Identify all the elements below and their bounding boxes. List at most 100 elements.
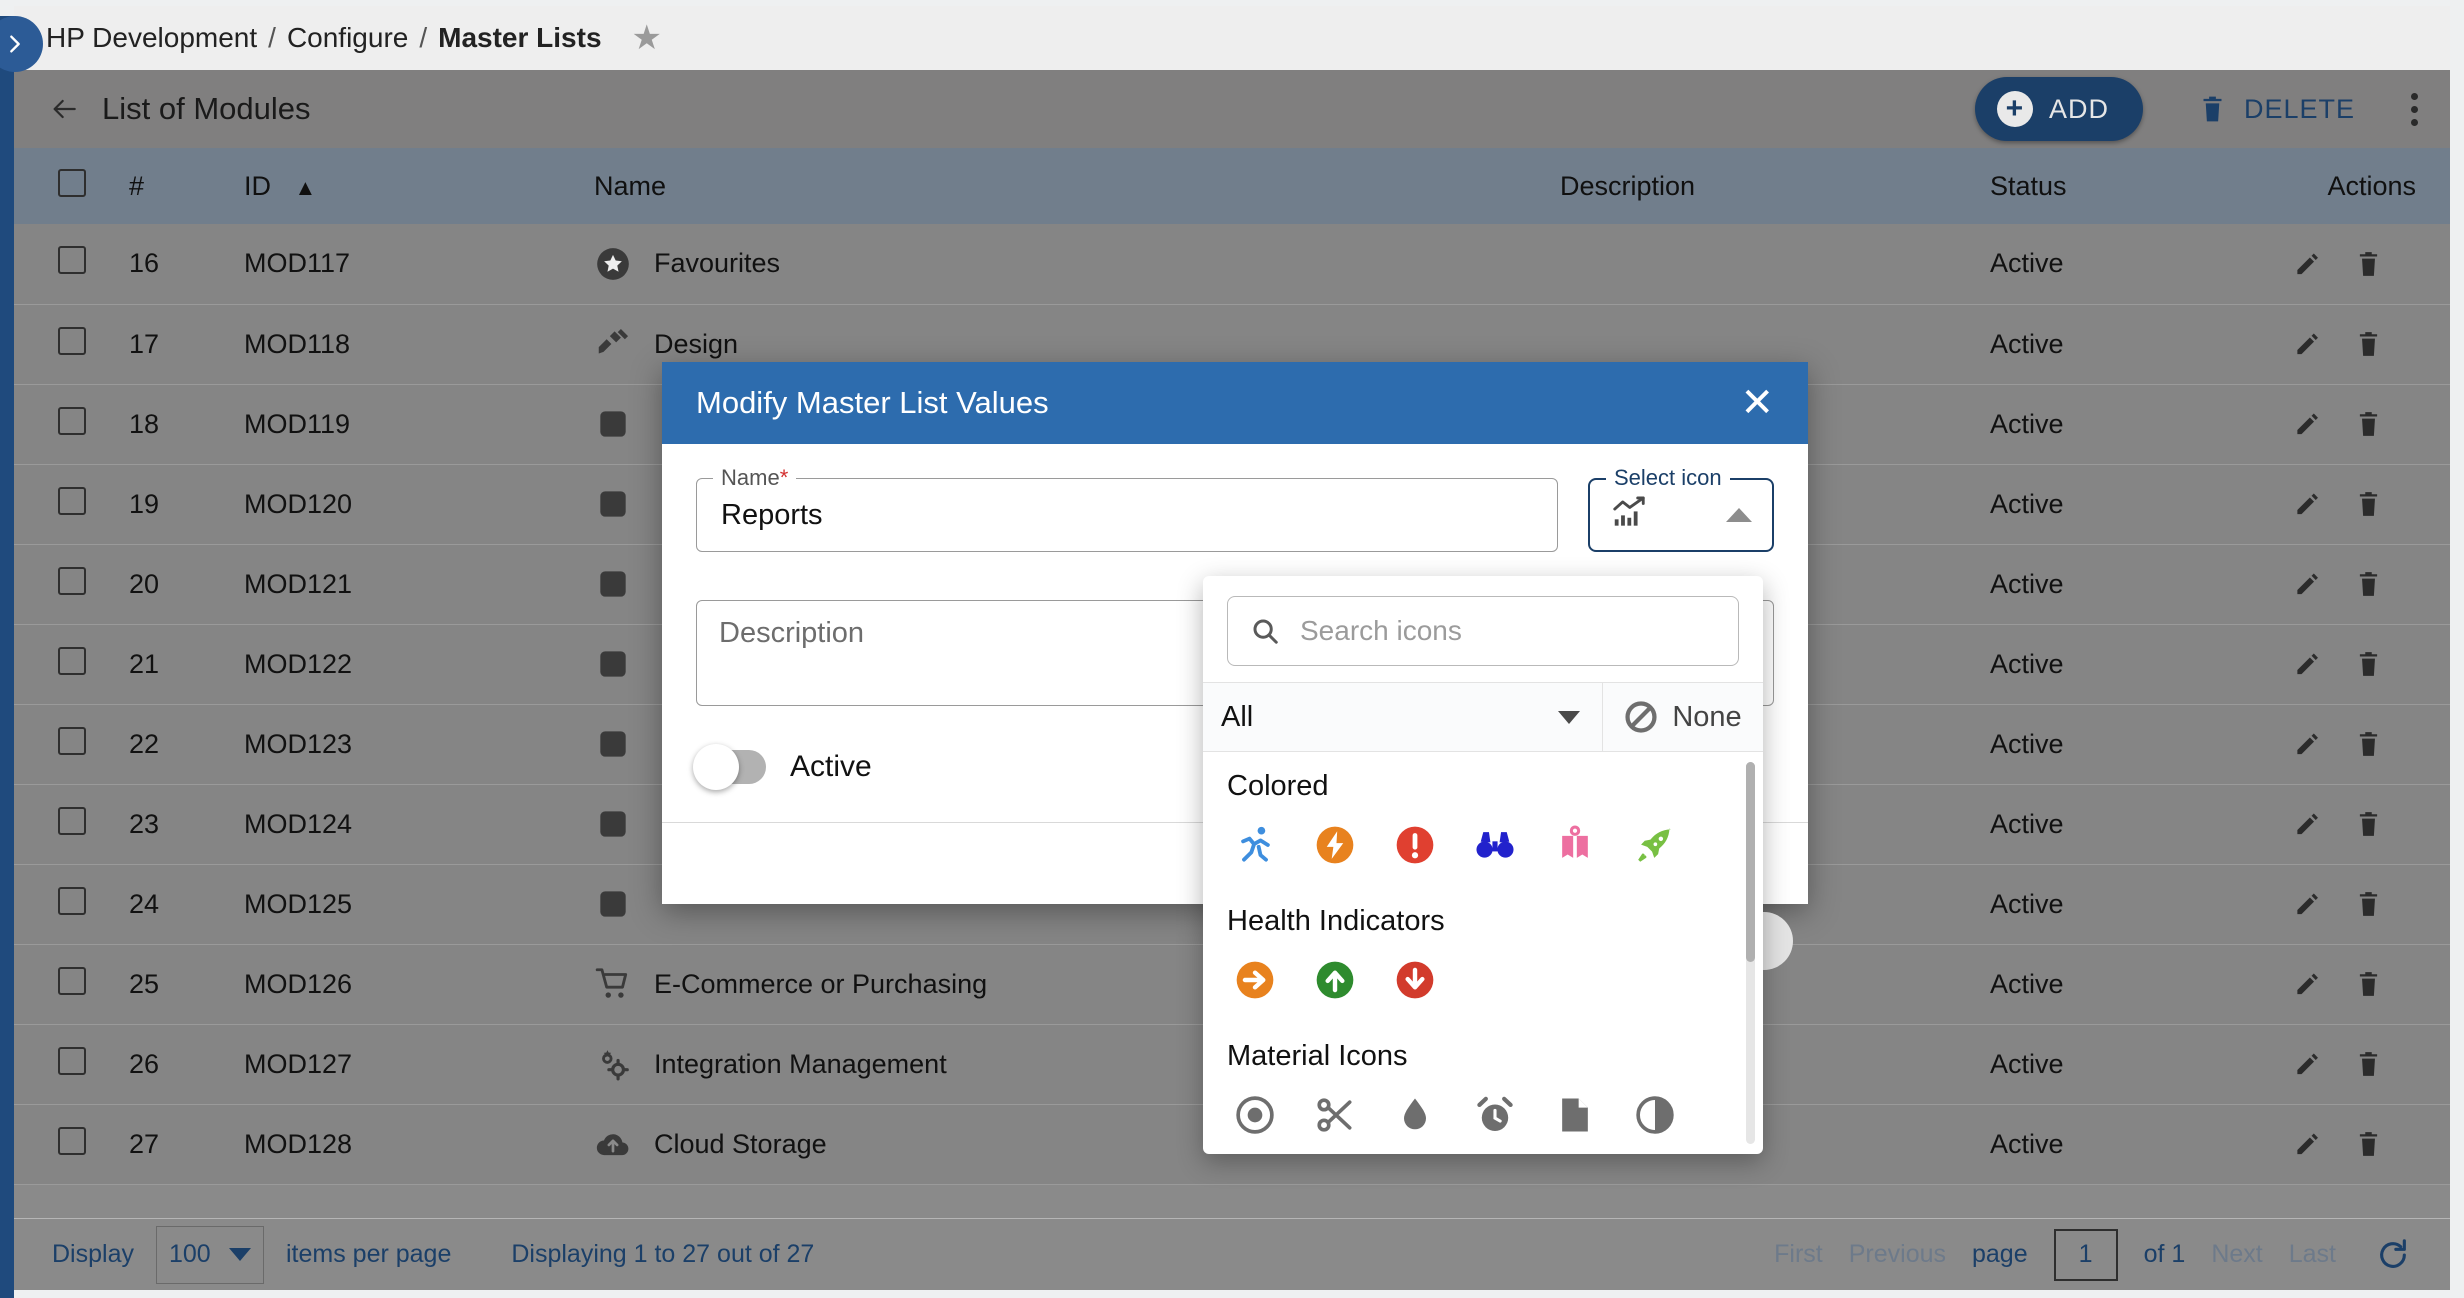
edit-pencil-icon[interactable]: [2294, 250, 2321, 278]
row-status: Active: [1990, 1104, 2250, 1184]
back-arrow-icon[interactable]: [48, 93, 80, 125]
delete-trash-icon[interactable]: [2355, 970, 2382, 998]
rocket-icon[interactable]: [1627, 817, 1683, 873]
delete-trash-icon[interactable]: [2355, 490, 2382, 518]
refresh-icon[interactable]: [2376, 1238, 2410, 1272]
row-checkbox[interactable]: [58, 727, 86, 755]
row-status: Active: [1990, 1024, 2250, 1104]
select-all-checkbox[interactable]: [58, 169, 86, 197]
running-person-icon[interactable]: [1227, 817, 1283, 873]
select-icon-button[interactable]: Select icon: [1588, 478, 1774, 552]
delete-trash-icon[interactable]: [2355, 650, 2382, 678]
row-checkbox[interactable]: [58, 967, 86, 995]
arrow-right-circle-icon[interactable]: [1227, 952, 1283, 1008]
delete-trash-icon[interactable]: [2355, 570, 2382, 598]
next-page-button[interactable]: Next: [2211, 1240, 2262, 1269]
scissors-icon[interactable]: [1307, 1087, 1363, 1143]
water-drop-icon[interactable]: [1387, 1087, 1443, 1143]
edit-pencil-icon[interactable]: [2294, 410, 2321, 438]
row-number: 21: [129, 624, 244, 704]
delete-trash-icon[interactable]: [2355, 730, 2382, 758]
note-icon[interactable]: [1547, 1087, 1603, 1143]
per-page-select[interactable]: 100: [156, 1226, 264, 1284]
none-button[interactable]: None: [1603, 683, 1763, 751]
icon-search-wrapper: [1203, 576, 1763, 682]
row-select-cell: [14, 224, 129, 304]
row-name-label: E-Commerce or Purchasing: [654, 969, 987, 1000]
active-toggle[interactable]: [696, 750, 766, 784]
generic-icon: [594, 485, 632, 523]
edit-pencil-icon[interactable]: [2294, 490, 2321, 518]
arrow-up-circle-icon[interactable]: [1307, 952, 1363, 1008]
add-button[interactable]: + ADD: [1975, 77, 2143, 141]
row-number: 18: [129, 384, 244, 464]
contrast-icon[interactable]: [1627, 1087, 1683, 1143]
icon-list-scroll-area[interactable]: ColoredHealth IndicatorsMaterial Icons: [1203, 752, 1763, 1154]
row-checkbox[interactable]: [58, 1047, 86, 1075]
icon-category-select[interactable]: All: [1203, 683, 1603, 751]
previous-page-button[interactable]: Previous: [1849, 1240, 1946, 1269]
row-select-cell: [14, 1024, 129, 1104]
search-icons-input[interactable]: [1298, 614, 1716, 648]
delete-trash-icon[interactable]: [2355, 810, 2382, 838]
header-name[interactable]: Name: [594, 148, 1560, 224]
edit-pencil-icon[interactable]: [2294, 330, 2321, 358]
delete-trash-icon[interactable]: [2355, 890, 2382, 918]
delete-trash-icon[interactable]: [2355, 250, 2382, 278]
edit-pencil-icon[interactable]: [2294, 1050, 2321, 1078]
row-actions: [2250, 784, 2450, 864]
edit-pencil-icon[interactable]: [2294, 890, 2321, 918]
edit-pencil-icon[interactable]: [2294, 650, 2321, 678]
header-number[interactable]: #: [129, 148, 244, 224]
row-checkbox[interactable]: [58, 246, 86, 274]
row-number: 26: [129, 1024, 244, 1104]
header-id[interactable]: ID ▲: [244, 148, 594, 224]
exclamation-circle-icon[interactable]: [1387, 817, 1443, 873]
breadcrumb-item-0[interactable]: HP Development: [46, 22, 257, 54]
row-id: MOD127: [244, 1024, 594, 1104]
lightning-bolt-circle-icon[interactable]: [1307, 817, 1363, 873]
delete-button[interactable]: DELETE: [2199, 94, 2355, 125]
edit-pencil-icon[interactable]: [2294, 970, 2321, 998]
name-input[interactable]: [719, 498, 1535, 533]
row-checkbox[interactable]: [58, 567, 86, 595]
header-status[interactable]: Status: [1990, 148, 2250, 224]
delete-trash-icon[interactable]: [2355, 1050, 2382, 1078]
delete-trash-icon[interactable]: [2355, 330, 2382, 358]
delete-trash-icon[interactable]: [2355, 410, 2382, 438]
row-checkbox[interactable]: [58, 807, 86, 835]
kebab-menu-icon[interactable]: [2405, 87, 2424, 132]
row-checkbox[interactable]: [58, 1127, 86, 1155]
edit-pencil-icon[interactable]: [2294, 1130, 2321, 1158]
row-checkbox[interactable]: [58, 487, 86, 515]
open-book-icon[interactable]: [1547, 817, 1603, 873]
scrollbar-thumb[interactable]: [1746, 762, 1755, 962]
edit-pencil-icon[interactable]: [2294, 570, 2321, 598]
edit-pencil-icon[interactable]: [2294, 810, 2321, 838]
edit-pencil-icon[interactable]: [2294, 730, 2321, 758]
table-row[interactable]: 16MOD117FavouritesActive: [14, 224, 2450, 304]
row-id: MOD118: [244, 304, 594, 384]
binoculars-icon[interactable]: [1467, 817, 1523, 873]
close-icon[interactable]: ✕: [1740, 383, 1774, 423]
row-checkbox[interactable]: [58, 887, 86, 915]
alarm-icon[interactable]: [1467, 1087, 1523, 1143]
first-page-button[interactable]: First: [1774, 1240, 1823, 1269]
row-checkbox[interactable]: [58, 647, 86, 675]
trash-icon: [2199, 94, 2226, 124]
row-checkbox[interactable]: [58, 407, 86, 435]
arrow-down-circle-icon[interactable]: [1387, 952, 1443, 1008]
delete-trash-icon[interactable]: [2355, 1130, 2382, 1158]
icon-search-box[interactable]: [1227, 596, 1739, 666]
page-number-input[interactable]: [2054, 1229, 2118, 1281]
row-checkbox[interactable]: [58, 327, 86, 355]
row-status: Active: [1990, 304, 2250, 384]
row-actions: [2250, 384, 2450, 464]
header-description[interactable]: Description: [1560, 148, 1990, 224]
generic-icon: [594, 405, 632, 443]
last-page-button[interactable]: Last: [2289, 1240, 2336, 1269]
adjust-icon[interactable]: [1227, 1087, 1283, 1143]
breadcrumb-item-1[interactable]: Configure: [287, 22, 408, 54]
breadcrumb-separator: /: [419, 22, 427, 54]
star-icon[interactable]: ★: [632, 21, 662, 55]
